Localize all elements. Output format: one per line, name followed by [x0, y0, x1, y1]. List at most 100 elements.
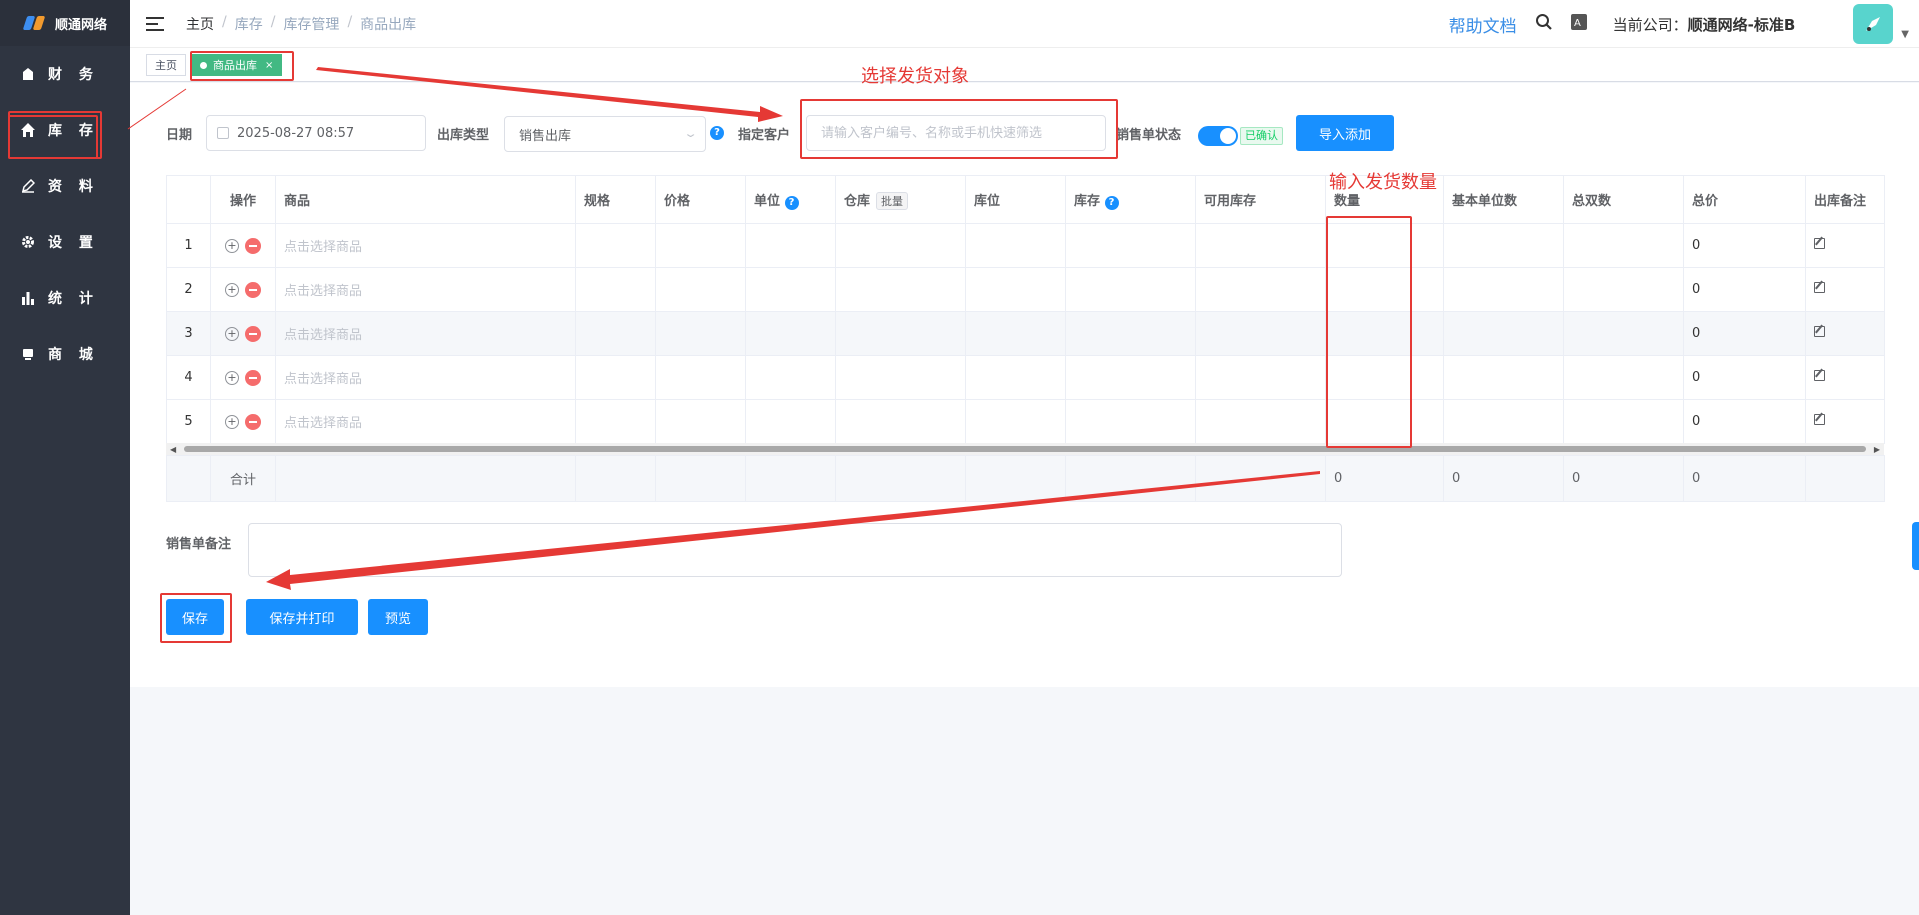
breadcrumb: 主页 / 库存 / 库存管理 / 商品出库: [186, 14, 416, 34]
col-spec: 规格: [575, 175, 656, 224]
annotation-enter-qty: 输入发货数量: [1329, 172, 1437, 193]
col-warehouse-label: 仓库: [844, 193, 871, 209]
save-print-button[interactable]: 保存并打印: [246, 599, 358, 635]
sales-remark-textarea[interactable]: [248, 523, 1342, 577]
sidebar-item-finance[interactable]: 财 务: [0, 46, 130, 102]
col-price: 价格: [655, 175, 746, 224]
remove-row-icon[interactable]: [245, 413, 261, 430]
remark-cell[interactable]: [1805, 223, 1885, 268]
sidebar-item-mall[interactable]: 商 城: [0, 326, 130, 382]
qty-cell[interactable]: [1325, 399, 1444, 444]
product-picker[interactable]: 点击选择商品: [275, 267, 576, 312]
breadcrumb-home[interactable]: 主页: [186, 14, 214, 34]
product-picker[interactable]: 点击选择商品: [275, 223, 576, 268]
avatar[interactable]: [1853, 4, 1894, 44]
table-row: 3 + 点击选择商品 0: [166, 311, 1885, 356]
row-index: 2: [166, 267, 211, 312]
scroll-right-icon[interactable]: ▶: [1874, 445, 1880, 454]
sidebar-item-settings[interactable]: 设 置: [0, 214, 130, 270]
help-icon[interactable]: ?: [710, 126, 724, 140]
batch-button[interactable]: 批量: [876, 191, 909, 210]
bar-chart-icon: [20, 290, 36, 306]
sidebar-item-stats[interactable]: 统 计: [0, 270, 130, 326]
remark-cell[interactable]: [1805, 355, 1885, 400]
home-icon: [20, 122, 36, 138]
outbound-form-header: 日期 2025-08-27 08:57 出库类型 销售出库 ⌄ ? 指定客户 销…: [130, 113, 1919, 153]
edit-icon[interactable]: [1814, 326, 1825, 337]
breadcrumb-separator: /: [270, 13, 276, 30]
tag-home[interactable]: 主页: [146, 54, 186, 76]
status-toggle[interactable]: [1198, 126, 1238, 146]
save-button[interactable]: 保存: [166, 599, 224, 635]
customer-search-input[interactable]: [806, 115, 1106, 151]
product-picker[interactable]: 点击选择商品: [275, 311, 576, 356]
outbound-type-select[interactable]: 销售出库 ⌄: [504, 116, 706, 152]
sidebar-item-label: 财 务: [48, 67, 99, 83]
sidebar-item-data[interactable]: 资 料: [0, 158, 130, 214]
help-icon[interactable]: ?: [784, 195, 799, 210]
table-row: 4 + 点击选择商品 0: [166, 355, 1885, 400]
breadcrumb-inventory[interactable]: 库存: [235, 14, 263, 34]
total-cell: 0: [1683, 355, 1806, 400]
add-row-icon[interactable]: +: [225, 282, 239, 297]
edit-icon[interactable]: [1814, 238, 1825, 249]
qty-cell[interactable]: [1325, 223, 1444, 268]
edit-icon[interactable]: [1814, 414, 1825, 425]
qty-cell[interactable]: [1325, 311, 1444, 356]
add-row-icon[interactable]: +: [225, 370, 239, 385]
col-stock: 库存 ?: [1065, 175, 1196, 224]
table-row: 1 + 点击选择商品 0: [166, 223, 1885, 268]
scrollbar-thumb[interactable]: [184, 446, 1866, 452]
logo-text: 顺通网络: [54, 17, 107, 33]
col-ops: 操作: [210, 175, 276, 224]
remove-row-icon[interactable]: [245, 237, 261, 254]
qty-cell[interactable]: [1325, 355, 1444, 400]
add-row-icon[interactable]: +: [225, 238, 239, 253]
help-icon[interactable]: ?: [1104, 195, 1119, 210]
add-row-icon[interactable]: +: [225, 326, 239, 341]
remove-row-icon[interactable]: [245, 281, 261, 298]
sidebar-item-label: 商 城: [48, 347, 99, 363]
col-index: [166, 175, 211, 224]
row-ops: +: [210, 311, 276, 356]
edit-icon[interactable]: [1814, 282, 1825, 293]
remark-cell[interactable]: [1805, 399, 1885, 444]
font-size-icon[interactable]: A: [1570, 14, 1587, 34]
chevron-down-icon: ⌄: [683, 127, 698, 140]
table-horizontal-scrollbar[interactable]: ◀ ▶: [166, 443, 1884, 455]
header-actions: 帮助文档 A 当前公司：顺通网络-标准B ▼: [1449, 0, 1909, 48]
side-panel-handle[interactable]: [1912, 522, 1919, 570]
remove-row-icon[interactable]: [245, 369, 261, 386]
sidebar-item-inventory[interactable]: 库 存: [0, 102, 130, 159]
row-ops: +: [210, 223, 276, 268]
date-picker[interactable]: 2025-08-27 08:57: [206, 115, 426, 151]
summary-table: 合计 0 0 0 0: [166, 455, 1885, 502]
main-content: 日期 2025-08-27 08:57 出库类型 销售出库 ⌄ ? 指定客户 销…: [130, 83, 1919, 687]
type-label: 出库类型: [437, 128, 490, 143]
col-pairs: 总双数: [1563, 175, 1684, 224]
current-company: 当前公司：顺通网络-标准B: [1613, 14, 1796, 35]
preview-button[interactable]: 预览: [368, 599, 428, 635]
product-picker[interactable]: 点击选择商品: [275, 399, 576, 444]
row-index: 1: [166, 223, 211, 268]
search-icon[interactable]: [1535, 13, 1553, 35]
import-add-button[interactable]: 导入添加: [1296, 115, 1394, 151]
summary-qty: 0: [1325, 455, 1444, 502]
breadcrumb-inventory-management[interactable]: 库存管理: [283, 14, 339, 34]
annotation-box-tag: [190, 51, 294, 81]
help-docs-link[interactable]: 帮助文档: [1449, 12, 1517, 37]
col-stock-label: 库存: [1074, 193, 1101, 209]
qty-cell[interactable]: [1325, 267, 1444, 312]
chevron-down-icon[interactable]: ▼: [1901, 29, 1909, 40]
row-ops: +: [210, 267, 276, 312]
edit-icon[interactable]: [1814, 370, 1825, 381]
app-logo[interactable]: 顺通网络: [0, 0, 130, 46]
product-picker[interactable]: 点击选择商品: [275, 355, 576, 400]
remark-cell[interactable]: [1805, 311, 1885, 356]
add-row-icon[interactable]: +: [225, 414, 239, 429]
remove-row-icon[interactable]: [245, 325, 261, 342]
scroll-left-icon[interactable]: ◀: [170, 445, 176, 454]
remark-cell[interactable]: [1805, 267, 1885, 312]
menu-toggle-icon[interactable]: [146, 16, 164, 31]
row-ops: +: [210, 399, 276, 444]
